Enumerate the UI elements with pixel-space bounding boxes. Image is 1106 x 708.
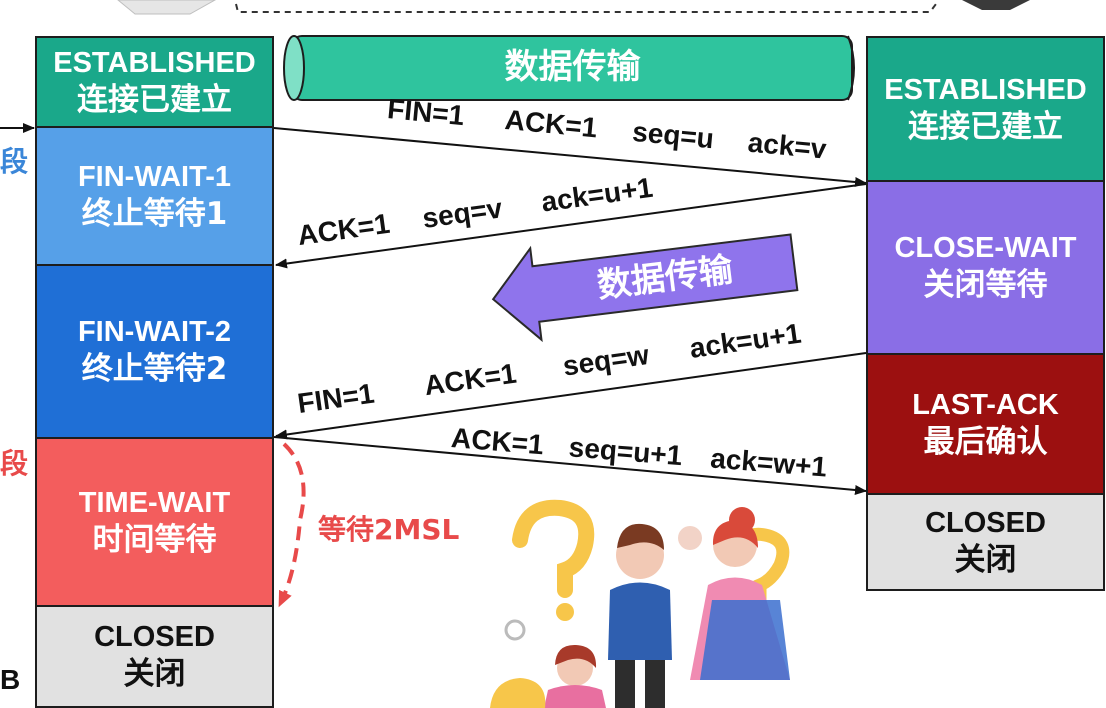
wait-curve: [278, 442, 306, 608]
transfer-tube-label: 数据传输: [504, 47, 641, 87]
wait-2msl-label: 等待2MSL: [318, 513, 460, 546]
confused-people-illustration: [490, 499, 790, 708]
